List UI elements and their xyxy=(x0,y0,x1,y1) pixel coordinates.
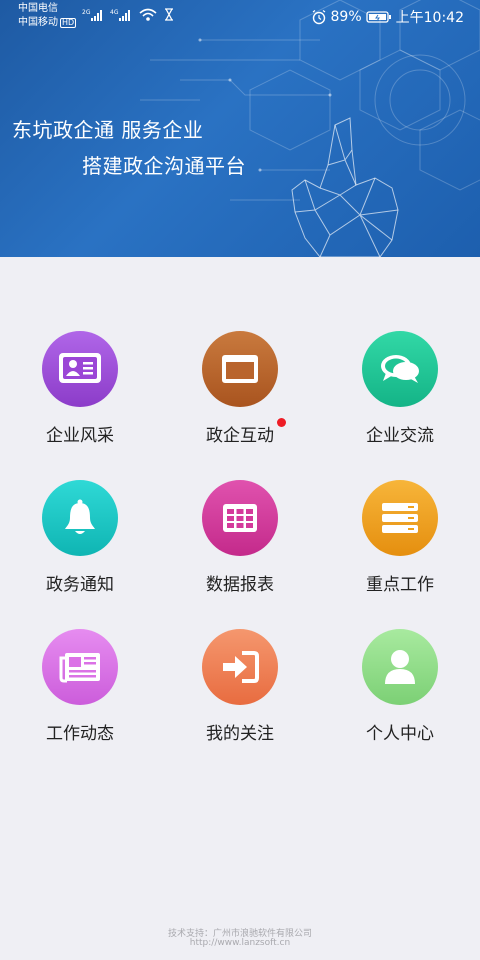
battery-icon xyxy=(365,11,391,23)
bell-icon xyxy=(42,480,118,556)
signal-2g-icon: 2G xyxy=(82,9,102,21)
menu-item-label: 个人中心 xyxy=(366,724,434,744)
carrier-label-2: 中国移动 xyxy=(18,17,58,28)
menu-item-personal-center[interactable]: 个人中心 xyxy=(320,629,480,749)
menu-item-label: 政企互动 xyxy=(206,426,274,446)
menu-item-company-profile[interactable]: 企业风采 xyxy=(0,331,160,451)
menu-item-key-work[interactable]: 重点工作 xyxy=(320,480,480,600)
menu-item-label: 企业交流 xyxy=(366,426,434,446)
carrier-label-1: 中国电信 xyxy=(18,3,58,14)
footer-website-link[interactable]: http://www.lanzsoft.cn xyxy=(0,938,480,948)
hourglass-icon xyxy=(165,8,173,21)
banner-subheadline: 搭建政企沟通平台 xyxy=(82,154,246,178)
signal-4g-icon: 4G xyxy=(110,9,130,21)
banner-headline: 东坑政企通 服务企业 xyxy=(12,118,204,142)
battery-percent: 89% xyxy=(330,9,362,25)
menu-item-company-exchange[interactable]: 企业交流 xyxy=(320,331,480,451)
menu-item-work-news[interactable]: 工作动态 xyxy=(0,629,160,749)
menu-item-label: 企业风采 xyxy=(46,426,114,446)
stack-icon xyxy=(362,480,438,556)
chat-bubbles-icon xyxy=(362,331,438,407)
clock-time: 上午10:42 xyxy=(395,10,464,26)
header-banner: 中国电信 中国移动 HD 2G 4G 89% 上午10:42 东坑政企通 服务企… xyxy=(0,0,480,257)
menu-item-label: 政务通知 xyxy=(46,575,114,595)
table-icon xyxy=(202,480,278,556)
menu-item-label: 工作动态 xyxy=(46,724,114,744)
id-card-icon xyxy=(42,331,118,407)
menu-item-data-report[interactable]: 数据报表 xyxy=(160,480,320,600)
menu-item-label: 我的关注 xyxy=(206,724,274,744)
newspaper-icon xyxy=(42,629,118,705)
svg-text:4G: 4G xyxy=(110,9,119,16)
menu-item-my-follow[interactable]: 我的关注 xyxy=(160,629,320,749)
status-bar: 中国电信 中国移动 HD 2G 4G 89% 上午10:42 xyxy=(0,0,480,32)
wireframe-hand-graphic xyxy=(291,117,399,257)
svg-text:2G: 2G xyxy=(82,9,91,16)
wifi-icon xyxy=(139,8,157,21)
hd-badge: HD xyxy=(60,18,77,28)
menu-item-label: 数据报表 xyxy=(206,575,274,595)
menu-item-gov-notice[interactable]: 政务通知 xyxy=(0,480,160,600)
sign-in-icon xyxy=(202,629,278,705)
alarm-clock-icon xyxy=(312,10,325,25)
unread-badge-dot xyxy=(277,418,286,427)
window-icon xyxy=(202,331,278,407)
menu-item-label: 重点工作 xyxy=(366,575,434,595)
user-icon xyxy=(362,629,438,705)
menu-item-gov-interaction[interactable]: 政企互动 xyxy=(160,331,320,451)
